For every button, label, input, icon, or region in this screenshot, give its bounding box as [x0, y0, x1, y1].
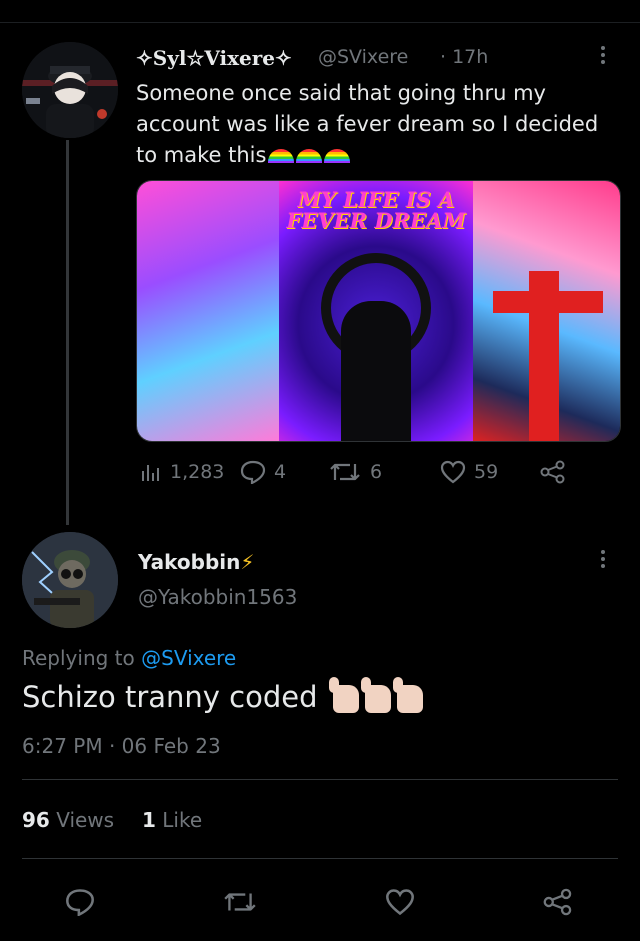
- retweet-count: 6: [370, 461, 383, 483]
- lightning-icon: ⚡: [240, 550, 255, 574]
- top-divider: [0, 22, 640, 23]
- thumbs-up-emoji: [360, 677, 391, 713]
- retweet-icon: [330, 463, 360, 481]
- reply-avatar-illustration: [22, 532, 118, 628]
- thread-line: [66, 140, 69, 525]
- divider: [22, 858, 618, 859]
- reply-button[interactable]: [62, 884, 98, 920]
- rainbow-emoji: [268, 149, 295, 163]
- reply-avatar[interactable]: [22, 532, 118, 628]
- heart-icon: [440, 460, 466, 484]
- reply-timestamp[interactable]: 6:27 PM · 06 Feb 23: [22, 734, 221, 758]
- tweet-text-content: Someone once said that going thru my acc…: [136, 81, 599, 167]
- media-figure: [341, 301, 411, 441]
- reply-stat[interactable]: 4: [240, 452, 286, 492]
- display-name[interactable]: ✧Syl☆Vixere✧: [136, 46, 292, 70]
- reply-icon: [240, 460, 266, 484]
- media-caption: MY LIFE IS A FEVER DREAM: [286, 187, 466, 233]
- media-cross-bar: [493, 291, 603, 313]
- reply-display-name-text: Yakobbin: [138, 550, 241, 574]
- reply-likes[interactable]: 1 Like: [142, 808, 202, 832]
- media-panel-left: [137, 181, 279, 441]
- reply-more-icon[interactable]: [600, 548, 606, 572]
- tweet-media[interactable]: MY LIFE IS A FEVER DREAM: [136, 180, 621, 442]
- reply-views[interactable]: 96 Views: [22, 808, 114, 832]
- share-button[interactable]: [540, 452, 574, 492]
- share-button[interactable]: [540, 884, 576, 920]
- reply-count: 4: [274, 461, 287, 483]
- reply-icon: [66, 889, 94, 916]
- share-icon: [543, 888, 572, 916]
- like-count: 59: [474, 461, 499, 483]
- replying-to-label: Replying to: [22, 646, 135, 670]
- rainbow-emoji: [296, 149, 323, 163]
- reply-text-content: Schizo tranny coded: [22, 680, 318, 714]
- views-stat[interactable]: 1,283: [140, 452, 224, 492]
- replying-to-handle[interactable]: @SVixere: [141, 646, 236, 670]
- reply-likes-label: Like: [162, 808, 203, 832]
- handle[interactable]: @SVixere: [318, 46, 408, 68]
- share-icon: [540, 460, 565, 484]
- views-count: 1,283: [170, 461, 225, 483]
- thumbs-up-emoji: [392, 677, 423, 713]
- rainbow-emoji: [324, 149, 351, 163]
- retweet-button[interactable]: [222, 884, 258, 920]
- retweet-icon: [224, 893, 256, 911]
- divider: [22, 779, 618, 780]
- like-button[interactable]: [382, 884, 418, 920]
- thumbs-up-emoji: [328, 677, 359, 713]
- reply-likes-count: 1: [142, 808, 156, 832]
- heart-icon: [386, 889, 414, 916]
- like-stat[interactable]: 59: [440, 452, 498, 492]
- reply-display-name[interactable]: Yakobbin⚡: [138, 550, 254, 574]
- reply-views-count: 96: [22, 808, 50, 832]
- replying-to: Replying to @SVixere: [22, 646, 236, 670]
- timestamp[interactable]: · 17h: [440, 46, 488, 68]
- tweet-text: Someone once said that going thru my acc…: [136, 78, 616, 171]
- reply-text: Schizo tranny coded: [22, 677, 423, 714]
- reply-views-label: Views: [56, 808, 115, 832]
- reply-handle[interactable]: @Yakobbin1563: [138, 585, 297, 609]
- more-icon[interactable]: [600, 44, 606, 68]
- avatar[interactable]: [22, 42, 118, 138]
- retweet-stat[interactable]: 6: [328, 452, 382, 492]
- avatar-illustration: [22, 42, 118, 138]
- analytics-icon: [142, 465, 159, 481]
